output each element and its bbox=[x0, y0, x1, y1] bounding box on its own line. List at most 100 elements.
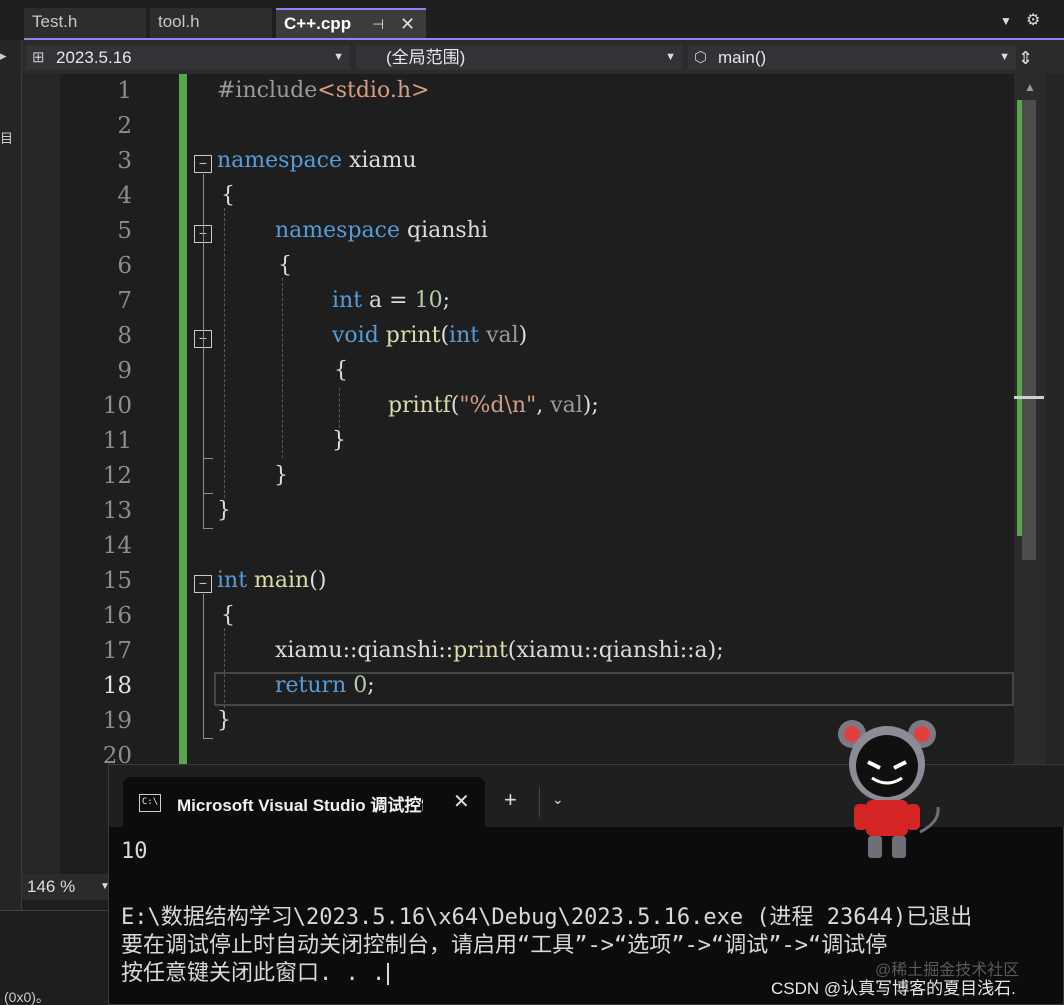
gear-icon[interactable]: ⚙ bbox=[1026, 10, 1040, 30]
function-name: print bbox=[378, 323, 441, 348]
code-line-12: } bbox=[274, 463, 288, 488]
member-label: main() bbox=[718, 48, 767, 67]
line-number: 1 bbox=[117, 78, 132, 104]
line-number: 2 bbox=[117, 113, 132, 139]
line-number: 14 bbox=[102, 533, 132, 559]
project-dropdown[interactable]: ⊞ 2023.5.16 ▼ bbox=[26, 45, 350, 70]
line-number: 5 bbox=[117, 218, 132, 244]
collapse-icon[interactable]: − bbox=[194, 155, 212, 173]
keyword: namespace bbox=[275, 218, 400, 243]
parameter: val bbox=[550, 393, 583, 418]
code-line-13: } bbox=[217, 498, 231, 523]
line-number: 12 bbox=[102, 463, 132, 489]
code-text: a = bbox=[362, 288, 415, 313]
brace: } bbox=[332, 428, 346, 453]
code-line-19: } bbox=[217, 708, 231, 733]
brace: { bbox=[221, 183, 235, 208]
code-line-17: xiamu::qianshi::print(xiamu::qianshi::a)… bbox=[275, 638, 724, 663]
line-number-current: 18 bbox=[102, 673, 132, 699]
code-line-18: return 0; bbox=[275, 673, 375, 698]
output-strip: (0x0)。 bbox=[0, 910, 110, 1005]
terminal-tab[interactable]: C:\ Microsoft Visual Studio 调试控制台 ✕ bbox=[123, 777, 485, 827]
line-number: 15 bbox=[102, 568, 132, 594]
keyword: int bbox=[217, 568, 248, 593]
code-line-4: { bbox=[221, 183, 235, 208]
vertical-scrollbar[interactable]: ▲ bbox=[1014, 74, 1046, 874]
scroll-up-icon[interactable]: ▲ bbox=[1024, 80, 1036, 94]
pin-icon[interactable]: ⊣ bbox=[372, 10, 384, 38]
mascot-sticker bbox=[838, 720, 940, 858]
indent-guide bbox=[224, 208, 225, 498]
function-name: print bbox=[453, 638, 508, 663]
fold-end bbox=[203, 738, 213, 739]
line-number: 16 bbox=[102, 603, 132, 629]
chevron-down-icon[interactable]: ▼ bbox=[1000, 14, 1012, 28]
code-text: () bbox=[309, 568, 327, 593]
document-tab-strip: Test.h tool.h C++.cpp ⊣ ✕ ▼ ⚙ bbox=[0, 0, 1064, 40]
csdn-watermark: CSDN @认真写博客的夏目浅石. bbox=[771, 979, 1016, 998]
tab-label: Test.h bbox=[32, 12, 78, 31]
fold-line bbox=[203, 174, 204, 529]
collapse-icon[interactable]: − bbox=[194, 575, 212, 593]
brace: { bbox=[221, 603, 235, 628]
fold-end bbox=[203, 493, 213, 494]
scroll-thumb[interactable] bbox=[1022, 100, 1036, 560]
navigation-bar: ⊞ 2023.5.16 ▼ (全局范围) ▼ ⬡ main() ▼ ⇕ bbox=[22, 40, 1064, 74]
code-text: (xiamu::qianshi::a); bbox=[507, 638, 724, 663]
scope-label: (全局范围) bbox=[386, 48, 466, 67]
code-text: xiamu::qianshi:: bbox=[275, 638, 454, 663]
console-output-line: 10 bbox=[121, 839, 148, 864]
project-icon: ⊞ bbox=[32, 49, 45, 66]
line-number: 6 bbox=[117, 253, 132, 279]
code-text: ; bbox=[367, 673, 375, 698]
tab-label: C++.cpp bbox=[284, 14, 352, 33]
brace: } bbox=[217, 498, 231, 523]
keyword: int bbox=[449, 323, 480, 348]
arrow-icon: ▸ bbox=[0, 48, 7, 63]
code-line-16: { bbox=[221, 603, 235, 628]
close-icon[interactable]: ✕ bbox=[453, 789, 470, 814]
indent-guide bbox=[282, 278, 283, 458]
code-line-15: int main() bbox=[217, 568, 326, 593]
namespace-name: xiamu bbox=[342, 148, 417, 173]
line-number: 13 bbox=[102, 498, 132, 524]
code-line-11: } bbox=[332, 428, 346, 453]
member-dropdown[interactable]: ⬡ main() ▼ bbox=[688, 45, 1016, 70]
new-tab-icon[interactable]: + bbox=[504, 787, 517, 813]
console-icon: C:\ bbox=[139, 794, 161, 812]
line-number: 10 bbox=[102, 393, 132, 419]
panel-glyph: 目 bbox=[0, 131, 14, 146]
code-line-1: #include<stdio.h> bbox=[217, 78, 429, 103]
close-icon[interactable]: ✕ bbox=[400, 10, 415, 38]
tab-cpp[interactable]: C++.cpp ⊣ ✕ bbox=[276, 8, 426, 38]
code-line-3: namespace xiamu bbox=[217, 148, 417, 173]
terminal-tab-title: Microsoft Visual Studio 调试控制台 bbox=[177, 796, 423, 815]
tab-tool-h[interactable]: tool.h bbox=[150, 8, 272, 38]
zoom-level: 146 % bbox=[27, 877, 76, 896]
chevron-down-icon: ▼ bbox=[999, 51, 1010, 63]
selection-margin bbox=[22, 74, 60, 874]
console-output-line: 按任意键关闭此窗口. . . bbox=[121, 955, 390, 987]
line-number: 17 bbox=[102, 638, 132, 664]
fold-end bbox=[203, 458, 213, 459]
scope-dropdown[interactable]: (全局范围) ▼ bbox=[356, 45, 682, 70]
string-literal: "%d\n" bbox=[459, 393, 537, 418]
divider bbox=[539, 787, 540, 817]
code-text: ); bbox=[582, 393, 599, 418]
line-number: 9 bbox=[117, 358, 132, 384]
cube-icon: ⬡ bbox=[694, 49, 708, 66]
status-fragment: (0x0)。 bbox=[4, 989, 50, 1005]
keyword: void bbox=[332, 323, 379, 348]
split-editor-icon[interactable]: ⇕ bbox=[1018, 48, 1033, 69]
brace: { bbox=[334, 358, 348, 383]
project-label: 2023.5.16 bbox=[56, 48, 132, 67]
left-panel-edge: ▸ 目 bbox=[0, 40, 22, 910]
line-number: 11 bbox=[102, 428, 132, 454]
chevron-down-icon[interactable]: ⌄ bbox=[552, 791, 564, 808]
namespace-name: qianshi bbox=[400, 218, 488, 243]
tab-test-h[interactable]: Test.h bbox=[24, 8, 146, 38]
code-text: ) bbox=[518, 323, 528, 348]
zoom-dropdown[interactable]: 146 % ▼ bbox=[22, 874, 112, 900]
line-number: 19 bbox=[102, 708, 132, 734]
code-line-5: namespace qianshi bbox=[275, 218, 488, 243]
